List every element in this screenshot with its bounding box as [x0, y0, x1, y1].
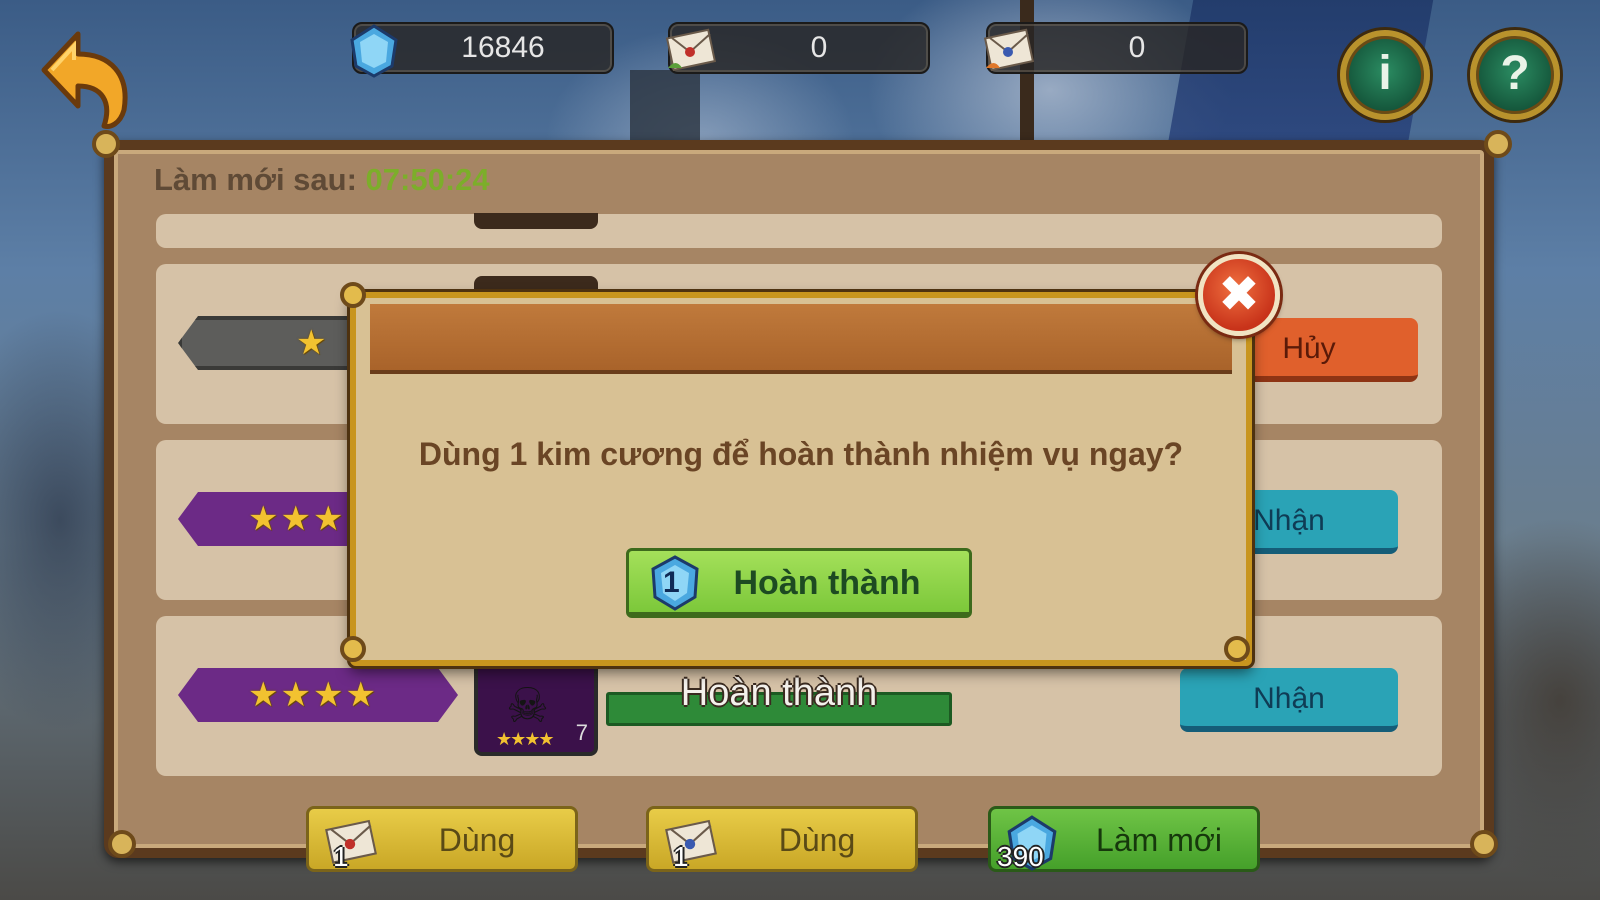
diamond-count: 16846 — [461, 31, 545, 64]
letter-green-icon — [325, 819, 377, 864]
item-count: 1 — [333, 841, 349, 872]
info-icon: i — [1378, 47, 1392, 100]
dialog-corner — [1224, 636, 1250, 662]
claim-button[interactable]: Nhận — [1180, 668, 1398, 732]
dialog-message: Dùng 1 kim cương để hoàn thành nhiệm vụ … — [418, 436, 1184, 472]
complete-now-button[interactable]: 1 Hoàn thành — [626, 548, 972, 618]
confirm-label: Hoàn thành — [733, 564, 921, 602]
use-green-letter-button[interactable]: 1 Dùng — [306, 806, 578, 872]
help-icon: ? — [1500, 47, 1530, 100]
star-rating: ★★★ — [248, 499, 346, 539]
dialog-header — [370, 304, 1232, 374]
dialog-corner — [340, 282, 366, 308]
panel-corner — [108, 830, 136, 858]
letter-orange-icon — [665, 819, 717, 864]
dialog-corner — [340, 636, 366, 662]
star-rating: ★ — [296, 323, 329, 363]
mission-avatar: ☠ ★★★★ 7 — [474, 660, 598, 756]
panel-corner — [1470, 830, 1498, 858]
refresh-label: Làm mới sau: — [154, 162, 366, 197]
use-orange-letter-button[interactable]: 1 Dùng — [646, 806, 918, 872]
refresh-time: 07:50:24 — [365, 162, 490, 197]
button-label: Dùng — [438, 822, 516, 858]
item-count: 1 — [673, 841, 689, 872]
orange-letter-counter: 0 — [983, 22, 1248, 74]
background-tower — [630, 70, 700, 150]
diamond-counter: 16846 — [350, 22, 614, 78]
mission-avatar-partial — [474, 276, 598, 290]
panel-corner — [92, 130, 120, 158]
avatar-stars: ★★★★ — [496, 729, 555, 750]
refresh-button[interactable]: 390 Làm mới — [988, 806, 1260, 872]
panel-corner — [1484, 130, 1512, 158]
refresh-cost: 390 — [997, 841, 1044, 872]
back-button[interactable] — [38, 26, 130, 130]
green-letter-count: 0 — [810, 31, 828, 64]
star-rating: ★★★★ — [248, 675, 378, 715]
skull-icon: ☠ — [506, 678, 550, 734]
close-dialog-button[interactable]: ✖ — [1198, 254, 1280, 336]
back-arrow-icon — [41, 31, 128, 129]
info-button[interactable]: i — [1340, 30, 1430, 120]
confirm-cost: 1 — [663, 566, 680, 599]
avatar-level: 7 — [575, 720, 588, 745]
mission-avatar-partial — [474, 213, 598, 229]
mission-status: Hoàn thành — [680, 672, 878, 714]
mission-row-partial — [156, 214, 1442, 248]
refresh-timer: Làm mới sau: 07:50:24 — [154, 162, 490, 198]
close-icon: ✖ — [1218, 265, 1260, 323]
green-letter-counter: 0 — [665, 22, 930, 74]
help-button[interactable]: ? — [1470, 30, 1560, 120]
button-label: Dùng — [778, 822, 856, 858]
orange-letter-count: 0 — [1128, 31, 1146, 64]
